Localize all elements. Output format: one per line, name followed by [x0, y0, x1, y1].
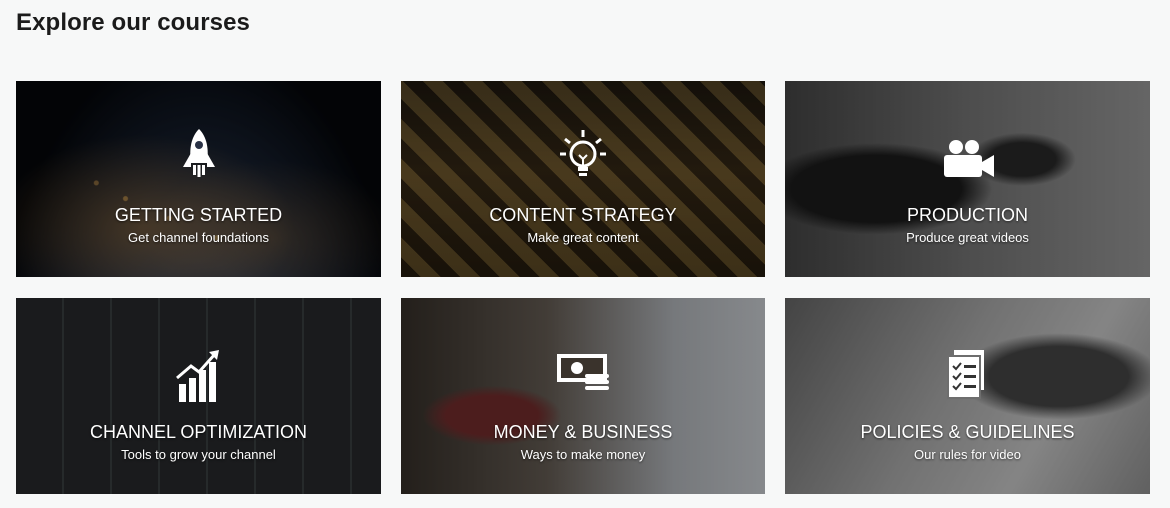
growth-chart-icon — [175, 350, 219, 402]
card-subtitle: Tools to grow your channel — [121, 447, 276, 462]
course-grid: GETTING STARTED Get channel foundations … — [16, 81, 1150, 494]
card-subtitle: Produce great videos — [906, 230, 1029, 245]
card-title: MONEY & BUSINESS — [493, 422, 673, 442]
page: Explore our courses GETTING STARTED Get … — [0, 0, 1170, 508]
page-title: Explore our courses — [16, 9, 250, 36]
course-card-policies-guidelines[interactable]: POLICIES & GUIDELINES Our rules for vide… — [785, 298, 1150, 494]
card-title: CONTENT STRATEGY — [489, 205, 677, 225]
checklist-icon — [946, 350, 984, 399]
rocket-icon — [182, 129, 215, 177]
money-icon — [557, 354, 609, 390]
card-title: CHANNEL OPTIMIZATION — [89, 422, 307, 442]
card-subtitle: Make great content — [527, 230, 639, 245]
course-card-production[interactable]: PRODUCTION Produce great videos — [785, 81, 1150, 277]
course-card-money-business[interactable]: MONEY & BUSINESS Ways to make money — [401, 298, 765, 494]
lightbulb-icon — [560, 130, 606, 176]
course-card-getting-started[interactable]: GETTING STARTED Get channel foundations — [16, 81, 381, 277]
card-title: PRODUCTION — [907, 205, 1028, 225]
card-subtitle: Ways to make money — [520, 447, 646, 462]
card-title: POLICIES & GUIDELINES — [860, 422, 1075, 442]
card-subtitle: Our rules for video — [914, 447, 1021, 462]
course-card-channel-optimization[interactable]: CHANNEL OPTIMIZATION Tools to grow your … — [16, 298, 381, 494]
card-subtitle: Get channel foundations — [128, 230, 269, 245]
card-title: GETTING STARTED — [114, 205, 283, 225]
video-camera-icon — [943, 140, 994, 177]
course-card-content-strategy[interactable]: CONTENT STRATEGY Make great content — [401, 81, 765, 277]
